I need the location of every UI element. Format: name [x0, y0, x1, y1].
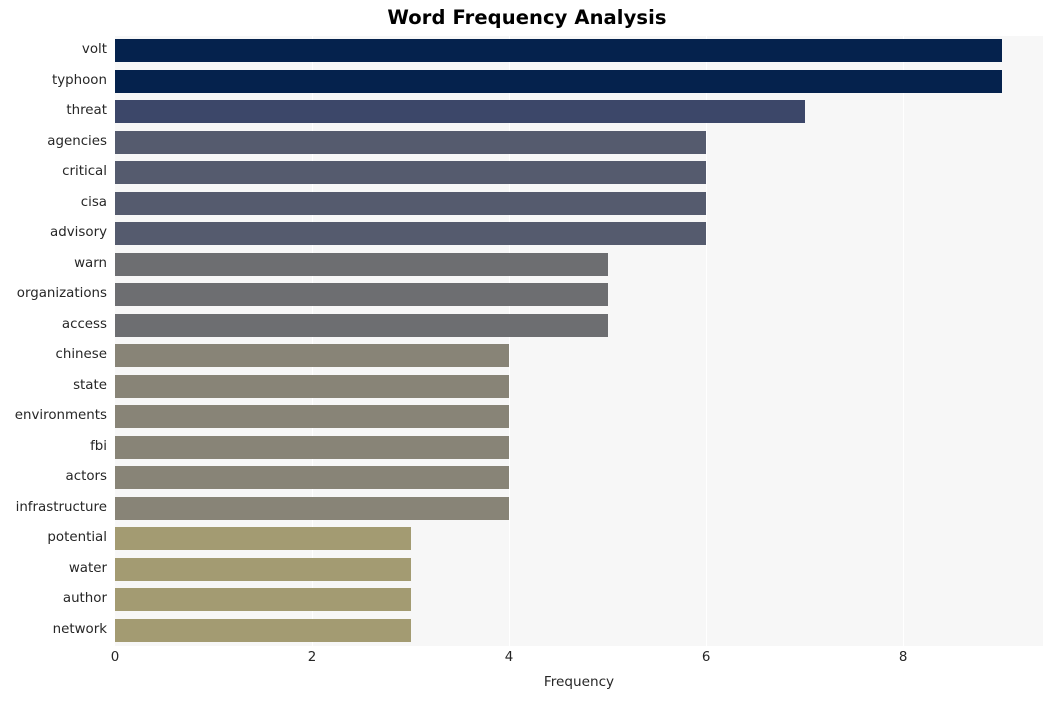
x-axis-tick-labels: 0 2 4 6 8 [0, 650, 1054, 672]
page-title: Word Frequency Analysis [387, 6, 667, 29]
bar[interactable] [115, 435, 510, 459]
y-axis-tick-label: water [68, 560, 107, 576]
bar[interactable] [115, 618, 411, 642]
x-axis-label: Frequency [543, 674, 615, 690]
bar[interactable] [115, 283, 608, 306]
bar-row[interactable] [115, 158, 1043, 187]
bar[interactable] [115, 557, 411, 581]
y-axis-tick-label: agencies [47, 133, 107, 149]
bar[interactable] [115, 130, 707, 154]
plot-area [115, 36, 1043, 646]
x-axis-tick-label: 8 [898, 650, 908, 665]
bar[interactable] [115, 252, 608, 276]
bar[interactable] [115, 405, 510, 428]
y-axis-tick-label: typhoon [51, 72, 107, 88]
bar-row[interactable] [115, 463, 1043, 492]
x-axis-tick-label: 4 [504, 650, 514, 665]
bar-row[interactable] [115, 128, 1043, 157]
y-axis-tick-label: actors [65, 469, 108, 484]
bar-row[interactable] [115, 97, 1043, 126]
y-axis-tick-label: state [73, 377, 107, 393]
bar-row[interactable] [115, 280, 1043, 309]
bar-row[interactable] [115, 219, 1043, 248]
x-axis-tick-label: 6 [701, 650, 711, 665]
bar[interactable] [115, 69, 1002, 93]
bar-row[interactable] [115, 555, 1043, 584]
bar[interactable] [115, 588, 411, 611]
bar-row[interactable] [115, 402, 1043, 431]
x-axis-tick-label: 2 [307, 650, 317, 665]
bar-row[interactable] [115, 36, 1043, 65]
y-axis-tick-label: warn [74, 255, 107, 271]
y-axis-tick-label: advisory [50, 225, 107, 240]
bar-row[interactable] [115, 250, 1043, 279]
y-axis-tick-label: author [62, 591, 107, 606]
bar-row[interactable] [115, 524, 1043, 553]
y-axis-tick-label: infrastructure [15, 499, 107, 515]
bar[interactable] [115, 527, 411, 550]
bar-row[interactable] [115, 189, 1043, 218]
bar[interactable] [115, 344, 510, 367]
bar[interactable] [115, 222, 707, 245]
y-axis-tick-label: organizations [16, 286, 107, 301]
y-axis-tick-label: potential [47, 530, 107, 545]
bar[interactable] [115, 161, 707, 184]
y-axis-tick-label: environments [14, 408, 107, 423]
bar[interactable] [115, 466, 510, 489]
y-axis-tick-label: access [61, 316, 107, 332]
y-axis-tick-label: fbi [90, 438, 107, 454]
x-axis-tick-label: 0 [110, 650, 120, 665]
y-axis-tick-label: chinese [55, 347, 107, 362]
bar-row[interactable] [115, 67, 1043, 96]
y-axis-tick-label: critical [62, 164, 107, 179]
bars-container [115, 36, 1043, 646]
word-frequency-chart: Word Frequency Analysis volt typhoon threa… [0, 0, 1054, 701]
bar-row[interactable] [115, 341, 1043, 370]
y-axis-tick-labels: volt typhoon threat agencies critical cisa adv… [0, 36, 107, 646]
bar[interactable] [115, 313, 608, 337]
bar-row[interactable] [115, 433, 1043, 462]
bar-row[interactable] [115, 372, 1043, 401]
bar-row[interactable] [115, 616, 1043, 645]
y-axis-tick-label: threat [66, 103, 107, 118]
y-axis-tick-label: volt [81, 42, 107, 57]
bar-row[interactable] [115, 494, 1043, 523]
bar[interactable] [115, 496, 510, 520]
bar[interactable] [115, 100, 805, 123]
y-axis-tick-label: network [52, 621, 107, 637]
bar[interactable] [115, 39, 1002, 62]
bar-row[interactable] [115, 585, 1043, 614]
y-axis-tick-label: cisa [80, 194, 107, 210]
bar-row[interactable] [115, 311, 1043, 340]
bar[interactable] [115, 191, 707, 215]
bar[interactable] [115, 374, 510, 398]
